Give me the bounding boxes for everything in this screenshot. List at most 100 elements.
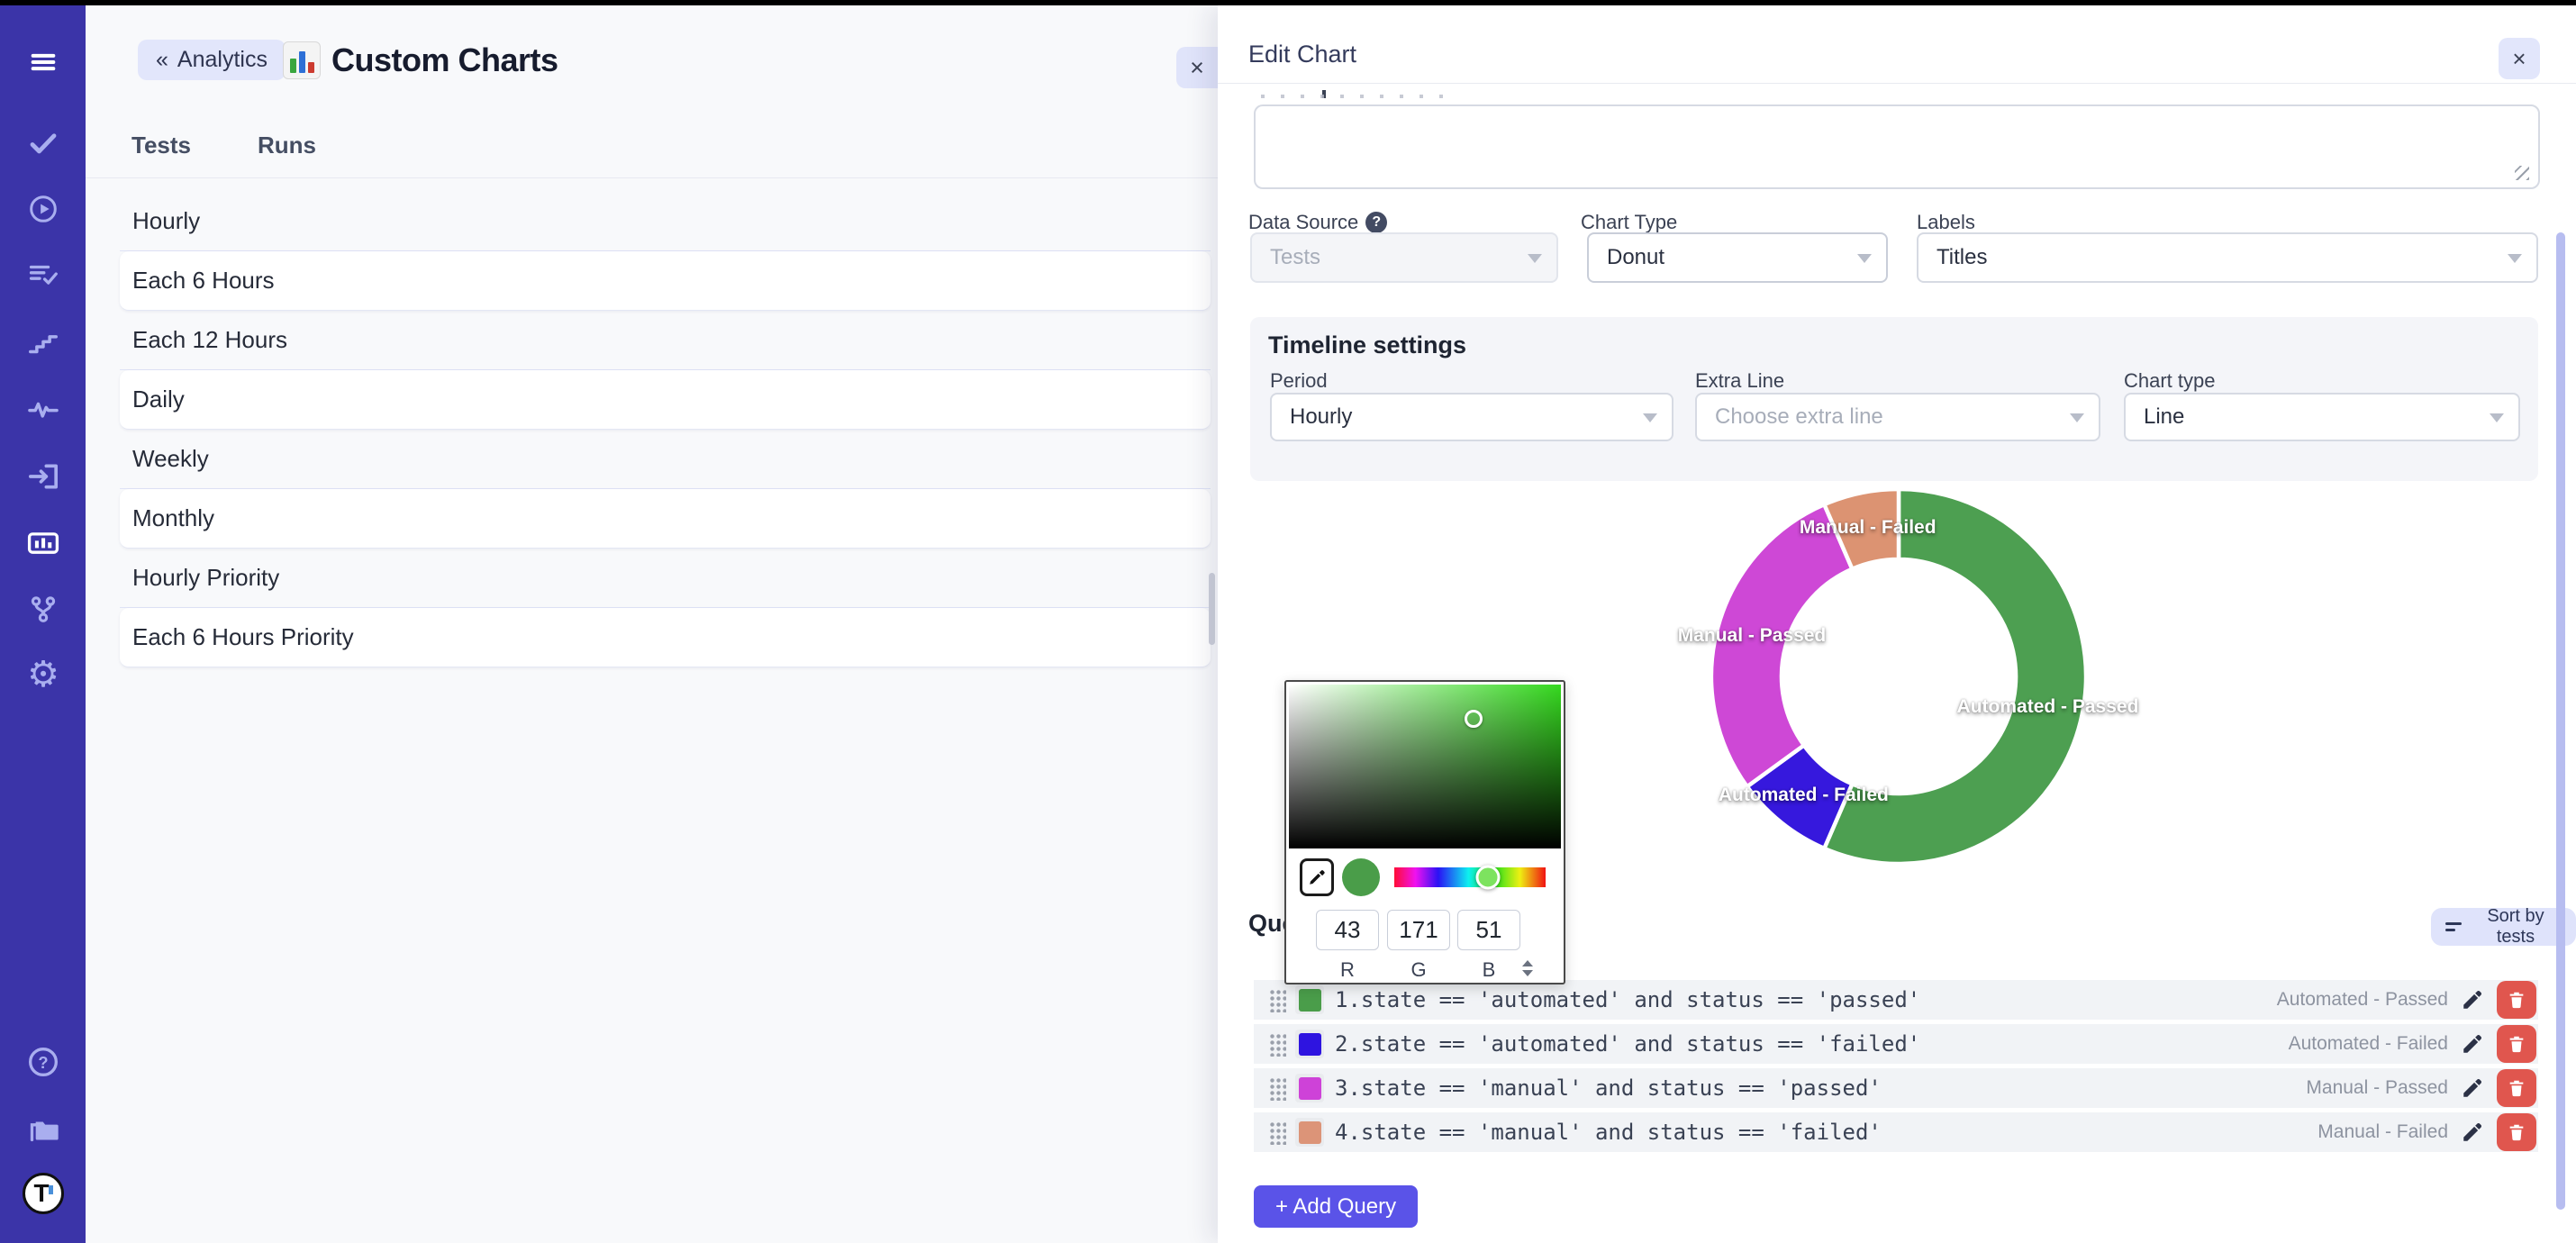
drag-handle-icon[interactable] xyxy=(1268,1076,1286,1101)
chevron-down-icon xyxy=(1643,413,1657,422)
timeline-chart-type-select[interactable]: Line xyxy=(2124,393,2520,441)
query-color-swatch xyxy=(1299,1033,1321,1056)
edit-panel-scrollbar[interactable] xyxy=(2556,232,2565,1210)
chevron-down-icon xyxy=(2508,254,2522,263)
list-item-hourly[interactable]: Hourly xyxy=(120,192,1211,251)
list-item-each-12-hours[interactable]: Each 12 Hours xyxy=(120,311,1211,370)
current-color-swatch xyxy=(1342,858,1380,896)
color-swatch-button[interactable] xyxy=(1295,985,1324,1014)
period-select[interactable]: Hourly xyxy=(1270,393,1673,441)
test-list-icon[interactable] xyxy=(23,255,64,296)
drag-handle-icon[interactable] xyxy=(1268,1121,1286,1145)
logo-accent xyxy=(49,1185,53,1194)
projects-folder-icon[interactable] xyxy=(23,1108,64,1149)
chart-type-select[interactable]: Donut xyxy=(1587,232,1888,283)
chevron-down-icon xyxy=(1528,254,1542,263)
query-color-swatch xyxy=(1299,1121,1321,1144)
delete-query-button[interactable] xyxy=(2497,1113,2536,1151)
color-swatch-button[interactable] xyxy=(1295,1074,1324,1102)
list-item-weekly[interactable]: Weekly xyxy=(120,430,1211,489)
menu-icon[interactable] xyxy=(23,41,64,83)
left-panel-close-button[interactable]: × xyxy=(1176,47,1218,88)
saturation-cursor[interactable] xyxy=(1465,710,1483,728)
extra-line-select[interactable]: Choose extra line xyxy=(1695,393,2100,441)
chart-description-textarea[interactable] xyxy=(1254,104,2540,189)
drag-handle-icon[interactable] xyxy=(1268,988,1286,1012)
chart-list: Hourly Each 6 Hours Each 12 Hours Daily … xyxy=(120,192,1211,667)
svg-text:?: ? xyxy=(38,1053,48,1072)
color-swatch-button[interactable] xyxy=(1295,1118,1324,1147)
sort-by-tests-button[interactable]: Sort by tests xyxy=(2431,908,2576,946)
settings-gear-icon[interactable]: ⚙ xyxy=(23,654,64,695)
eyedropper-button[interactable] xyxy=(1300,858,1334,896)
delete-query-button[interactable] xyxy=(2497,1069,2536,1107)
query-rows: 1.state == 'automated' and status == 'pa… xyxy=(1254,980,2538,1157)
git-branch-icon[interactable] xyxy=(23,589,64,631)
green-input[interactable] xyxy=(1387,910,1450,950)
analytics-bar-chart-icon[interactable] xyxy=(23,522,64,564)
hue-slider-handle[interactable] xyxy=(1476,866,1501,890)
labels-select[interactable]: Titles xyxy=(1917,232,2538,283)
trash-icon xyxy=(2507,1034,2526,1054)
timeline-settings-section: Timeline settings Period Extra Line Char… xyxy=(1250,317,2538,481)
query-row-2: 2.state == 'automated' and status == 'fa… xyxy=(1254,1024,2538,1064)
query-result-label: Automated - Passed xyxy=(2277,989,2448,1011)
back-to-analytics-button[interactable]: « Analytics xyxy=(138,40,286,80)
query-result-label: Manual - Passed xyxy=(2306,1077,2448,1099)
check-icon[interactable] xyxy=(23,122,64,164)
drag-handle-icon[interactable] xyxy=(1268,1032,1286,1057)
query-row-1: 1.state == 'automated' and status == 'pa… xyxy=(1254,980,2538,1020)
edit-pencil-icon[interactable] xyxy=(2461,988,2484,1012)
color-mode-stepper[interactable] xyxy=(1522,960,1533,976)
tab-tests[interactable]: Tests xyxy=(132,132,191,159)
steps-icon[interactable] xyxy=(23,322,64,364)
sign-in-icon[interactable] xyxy=(23,456,64,497)
sidebar: ⚙ ? T xyxy=(0,5,86,1243)
edit-pencil-icon[interactable] xyxy=(2461,1121,2484,1144)
list-item-each-6-hours[interactable]: Each 6 Hours xyxy=(120,251,1211,311)
chart-type-label: Chart Type xyxy=(1581,211,1677,234)
list-item-monthly[interactable]: Monthly xyxy=(120,489,1211,549)
query-expression: 3.state == 'manual' and status == 'passe… xyxy=(1335,1075,1882,1101)
blue-input[interactable] xyxy=(1457,910,1520,950)
edit-chart-title: Edit Chart xyxy=(1248,41,1356,68)
help-circle-icon[interactable]: ? xyxy=(1365,212,1387,233)
donut-chart[interactable] xyxy=(1692,469,2106,884)
period-label: Period xyxy=(1270,369,1328,393)
red-label: R xyxy=(1316,958,1379,982)
logo-letter: T xyxy=(33,1179,49,1208)
list-item-hourly-priority[interactable]: Hourly Priority xyxy=(120,549,1211,608)
activity-icon[interactable] xyxy=(23,388,64,430)
timeline-chart-type-label: Chart type xyxy=(2124,369,2216,393)
query-row-3: 3.state == 'manual' and status == 'passe… xyxy=(1254,1068,2538,1108)
app-logo[interactable]: T xyxy=(23,1173,64,1214)
donut-chart-wrap: Automated - PassedAutomated - FailedManu… xyxy=(1692,469,2106,884)
delete-query-button[interactable] xyxy=(2497,981,2536,1019)
query-result-label: Automated - Failed xyxy=(2289,1033,2448,1055)
saturation-area[interactable] xyxy=(1289,685,1561,848)
query-expression: 1.state == 'automated' and status == 'pa… xyxy=(1335,987,1920,1012)
trash-icon xyxy=(2507,1078,2526,1098)
list-item-each-6-hours-priority[interactable]: Each 6 Hours Priority xyxy=(120,608,1211,667)
left-panel-tabs: Tests Runs xyxy=(132,132,316,159)
data-source-select: Tests xyxy=(1250,232,1558,283)
labels-label: Labels xyxy=(1917,211,1975,234)
help-icon[interactable]: ? xyxy=(23,1041,64,1083)
play-circle-icon[interactable] xyxy=(23,188,64,230)
gear-glyph: ⚙ xyxy=(27,657,59,693)
hue-slider[interactable] xyxy=(1394,867,1546,887)
list-item-daily[interactable]: Daily xyxy=(120,370,1211,430)
edit-pencil-icon[interactable] xyxy=(2461,1076,2484,1100)
color-swatch-button[interactable] xyxy=(1295,1030,1324,1058)
edit-panel-close-button[interactable]: × xyxy=(2499,38,2540,79)
delete-query-button[interactable] xyxy=(2497,1025,2536,1063)
left-panel-scrollbar[interactable] xyxy=(1209,573,1215,645)
query-result-label: Manual - Failed xyxy=(2317,1121,2448,1143)
tab-runs[interactable]: Runs xyxy=(258,132,316,159)
page-title: Custom Charts xyxy=(331,41,558,79)
red-input[interactable] xyxy=(1316,910,1379,950)
edit-pencil-icon[interactable] xyxy=(2461,1032,2484,1056)
query-expression: 2.state == 'automated' and status == 'fa… xyxy=(1335,1031,1920,1057)
add-query-button[interactable]: + Add Query xyxy=(1254,1185,1418,1228)
logo-circle: T xyxy=(23,1173,64,1214)
